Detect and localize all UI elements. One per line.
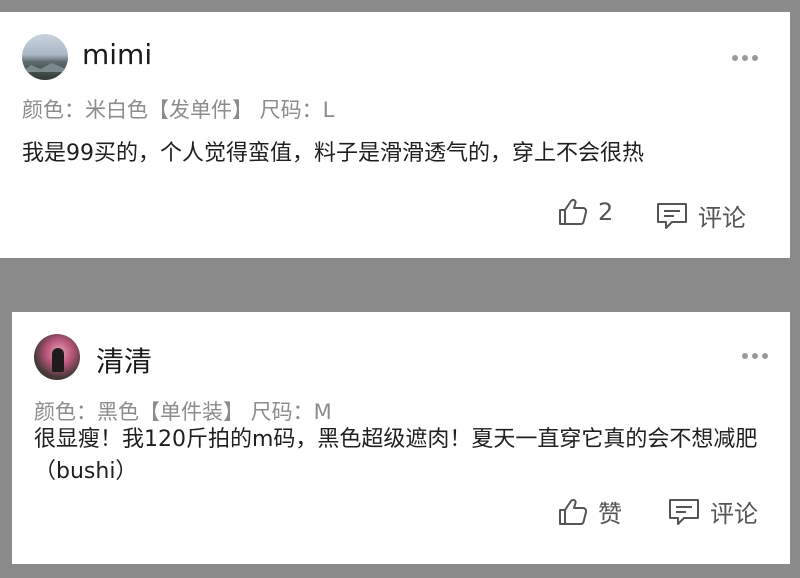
- like-button[interactable]: 赞: [558, 494, 622, 529]
- thumbs-up-icon: [558, 198, 588, 226]
- username[interactable]: 清清: [96, 340, 152, 380]
- like-button[interactable]: 2: [558, 198, 613, 226]
- avatar[interactable]: [34, 334, 80, 380]
- product-spec: 颜色：米白色【发单件】 尺码：L: [22, 98, 335, 122]
- comment-card-2: 清清 颜色：黑色【单件装】 尺码：M 很显瘦！我120斤拍的m码，黑色超级遮肉！…: [12, 312, 790, 564]
- comment-button[interactable]: 评论: [668, 494, 758, 529]
- product-spec: 颜色：黑色【单件装】 尺码：M: [34, 400, 332, 424]
- like-count: 2: [598, 198, 614, 226]
- more-dots-icon[interactable]: [732, 54, 758, 62]
- thumbs-up-icon: [558, 498, 588, 526]
- comment-label: 评论: [698, 204, 746, 232]
- comment-icon: [668, 498, 700, 526]
- comment-icon: [656, 202, 688, 230]
- username[interactable]: mimi: [82, 38, 152, 71]
- comment-button[interactable]: 评论: [656, 198, 746, 233]
- comment-label: 评论: [710, 500, 758, 528]
- like-label: 赞: [598, 500, 622, 528]
- comment-text: 我是99买的，个人觉得蛮值，料子是滑滑透气的，穿上不会很热: [22, 141, 644, 166]
- comment-text: 很显瘦！我120斤拍的m码，黑色超级遮肉！夏天一直穿它真的会不想减肥（bushi…: [34, 427, 758, 484]
- comment-card-1: mimi 颜色：米白色【发单件】 尺码：L 我是99买的，个人觉得蛮值，料子是滑…: [0, 12, 790, 258]
- avatar[interactable]: [22, 34, 68, 80]
- more-dots-icon[interactable]: [742, 352, 768, 360]
